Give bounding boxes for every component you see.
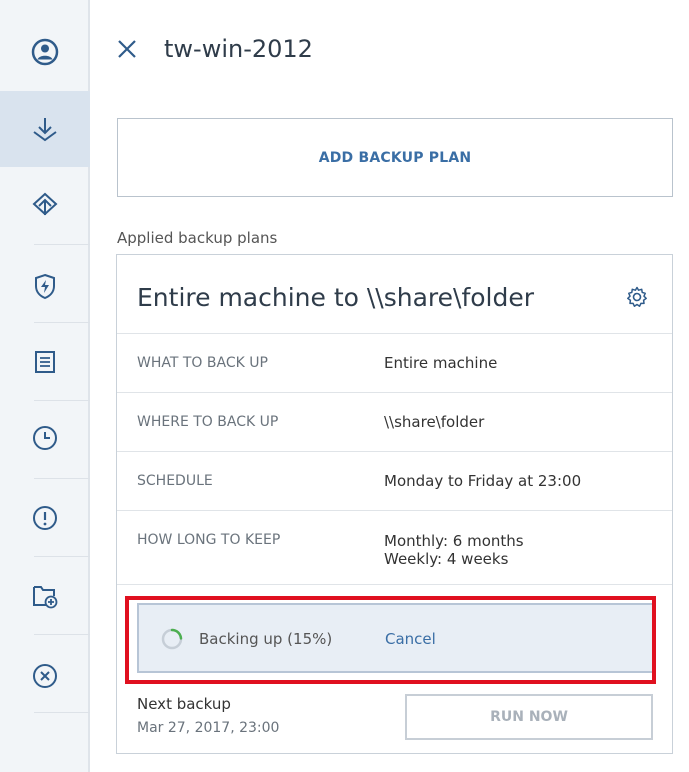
applied-plans-label: Applied backup plans <box>117 229 278 247</box>
close-icon[interactable] <box>116 38 138 60</box>
row-value-2: Weekly: 4 weeks <box>384 550 509 568</box>
row-value: \\share\folder <box>384 413 485 431</box>
run-now-label: RUN NOW <box>490 709 568 725</box>
backup-icon <box>33 118 57 142</box>
sidebar-item-protection[interactable] <box>0 258 90 314</box>
plan-row-retention: HOW LONG TO KEEP Monthly: 6 months Weekl… <box>117 510 672 584</box>
sidebar-item-reports[interactable] <box>0 334 90 390</box>
sidebar-item-alerts[interactable] <box>0 490 90 546</box>
add-backup-plan-button[interactable]: ADD BACKUP PLAN <box>117 118 673 197</box>
sidebar-item-account[interactable] <box>0 28 90 76</box>
plan-row-what: WHAT TO BACK UP Entire machine <box>117 333 672 392</box>
row-key: HOW LONG TO KEEP <box>137 532 281 548</box>
next-backup-label: Next backup <box>137 695 231 713</box>
row-key: SCHEDULE <box>137 473 213 489</box>
alert-icon <box>33 506 57 530</box>
gear-icon[interactable] <box>625 285 649 309</box>
divider <box>117 584 672 585</box>
sidebar-item-activities[interactable] <box>0 410 90 466</box>
sidebar-item-recovery[interactable] <box>0 176 90 232</box>
row-value: Entire machine <box>384 354 498 372</box>
row-key: WHAT TO BACK UP <box>137 355 268 371</box>
row-key: WHERE TO BACK UP <box>137 414 279 430</box>
sidebar-item-backup[interactable] <box>0 91 90 167</box>
main-panel: tw-win-2012 ADD BACKUP PLAN Applied back… <box>92 0 689 772</box>
plan-title: Entire machine to \\share\folder <box>137 283 535 312</box>
sidebar-item-close[interactable] <box>0 648 90 704</box>
add-folder-icon <box>33 586 58 609</box>
next-backup-value: Mar 27, 2017, 23:00 <box>137 720 280 736</box>
row-value: Monthly: 6 months <box>384 532 524 550</box>
sidebar-item-add-folder[interactable] <box>0 568 90 624</box>
plan-row-schedule: SCHEDULE Monday to Friday at 23:00 <box>117 451 672 510</box>
report-icon <box>35 351 55 373</box>
recovery-icon <box>32 192 58 216</box>
highlight-box <box>125 596 656 684</box>
backup-plan-card: Entire machine to \\share\folder WHAT TO… <box>116 254 673 754</box>
row-value: Monday to Friday at 23:00 <box>384 472 582 490</box>
run-now-button[interactable]: RUN NOW <box>405 694 653 740</box>
close-circle-icon <box>33 664 57 688</box>
account-icon <box>31 38 59 66</box>
plan-row-where: WHERE TO BACK UP \\share\folder <box>117 392 672 451</box>
sidebar <box>0 0 90 772</box>
add-backup-plan-label: ADD BACKUP PLAN <box>318 149 472 166</box>
clock-icon <box>33 426 57 450</box>
panel-header: tw-win-2012 <box>92 0 689 90</box>
page-title: tw-win-2012 <box>164 35 313 63</box>
shield-icon <box>35 273 55 300</box>
